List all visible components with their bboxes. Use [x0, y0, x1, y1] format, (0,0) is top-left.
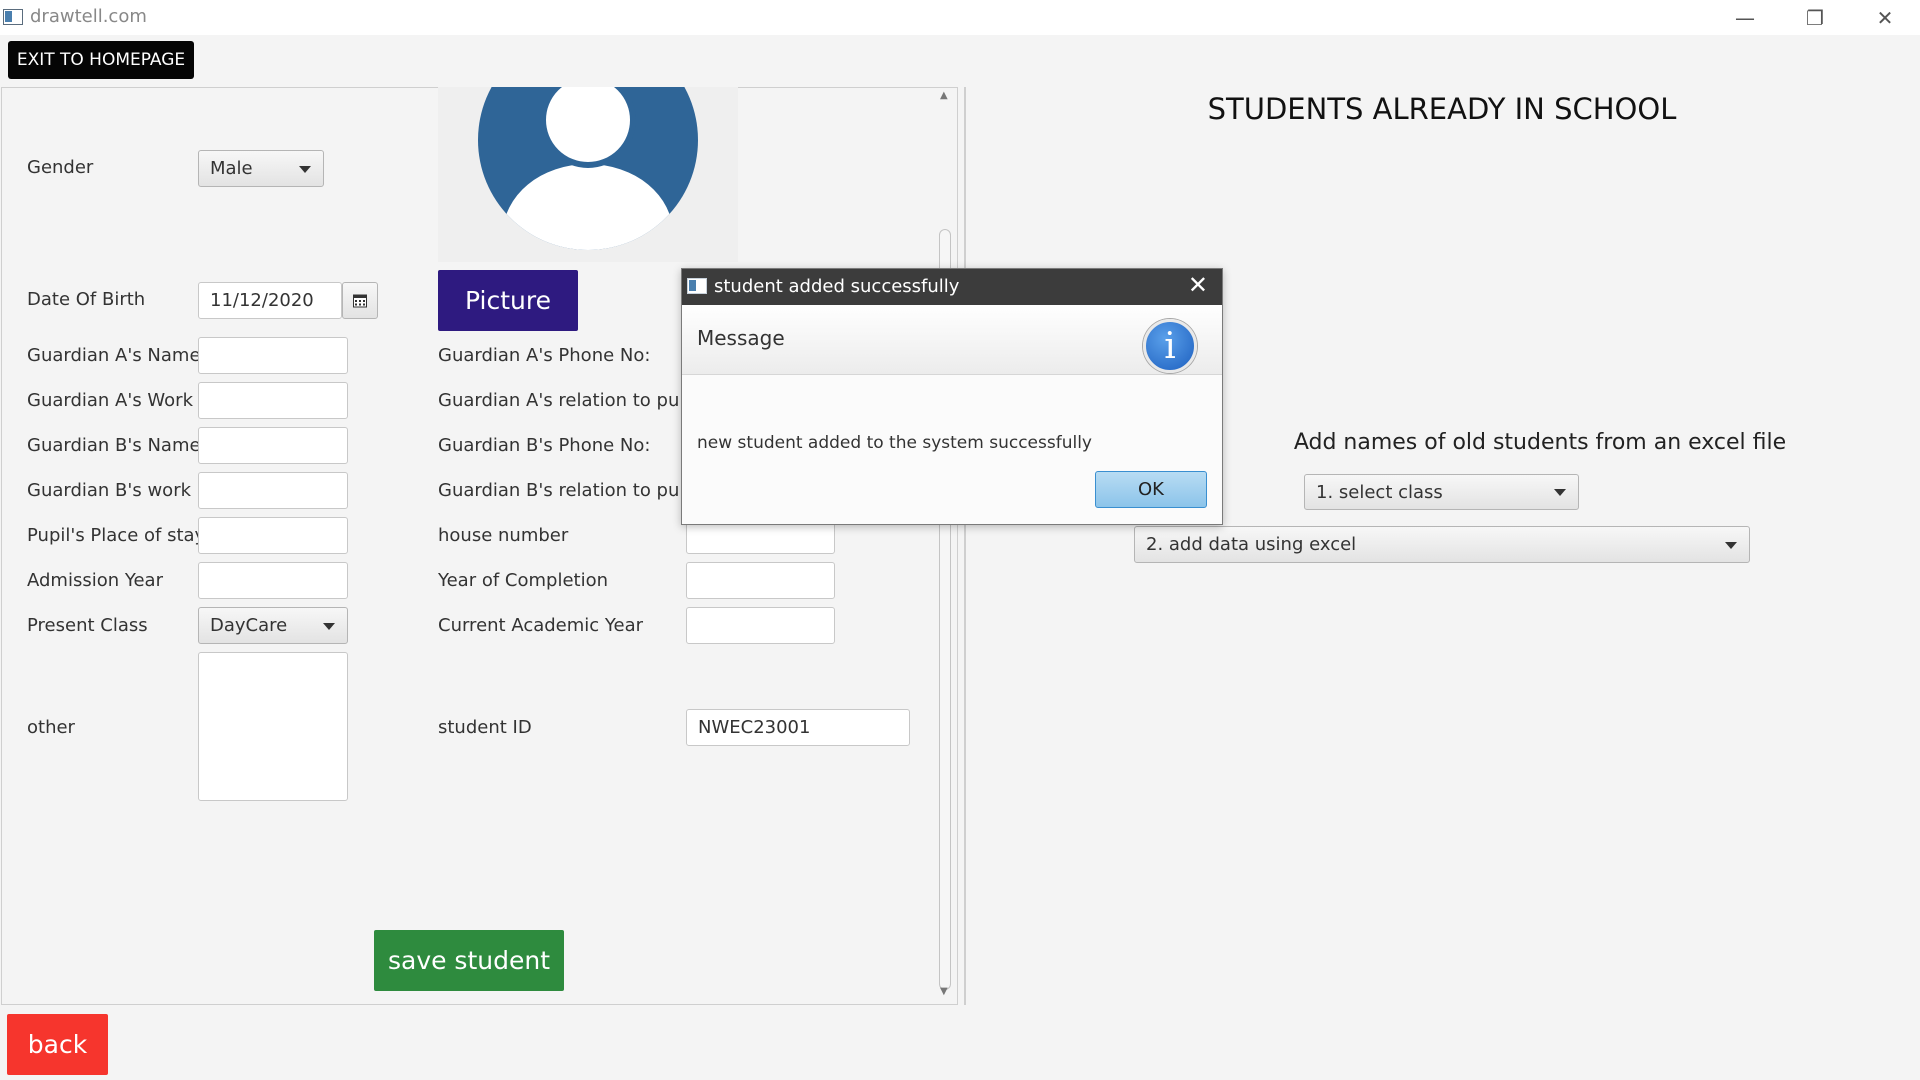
avatar-icon: [478, 87, 698, 250]
select-class-value: 1. select class: [1316, 481, 1443, 503]
dialog-titlebar: student added successfully ✕: [682, 269, 1222, 305]
app-icon: [3, 9, 23, 25]
present-class-select[interactable]: DayCare: [198, 607, 348, 644]
place-of-stay-input[interactable]: [198, 517, 348, 554]
back-button[interactable]: back: [7, 1014, 108, 1075]
guardian-b-work-label: Guardian B's work: [27, 480, 192, 501]
close-window-button[interactable]: ✕: [1850, 0, 1920, 35]
dialog-title: student added successfully: [714, 276, 960, 297]
picture-button[interactable]: Picture: [438, 270, 578, 331]
current-academic-year-label: Current Academic Year: [438, 615, 644, 636]
excel-import-label: Add names of old students from an excel …: [1293, 430, 1787, 455]
other-label: other: [27, 717, 75, 738]
guardian-b-relation-label: Guardian B's relation to pupil: [438, 480, 701, 501]
exit-to-homepage-button[interactable]: EXIT TO HOMEPAGE: [8, 41, 194, 79]
toolbar: [0, 35, 1920, 86]
chevron-down-icon: [323, 622, 335, 630]
app-icon: [687, 278, 707, 294]
admission-year-input[interactable]: [198, 562, 348, 599]
present-class-value: DayCare: [210, 615, 288, 636]
window-title: drawtell.com: [30, 6, 147, 27]
other-textarea[interactable]: [198, 652, 348, 801]
guardian-a-name-label: Guardian A's Name: [27, 345, 201, 366]
scroll-down-arrow[interactable]: ▼: [940, 986, 948, 997]
guardian-a-phone-label: Guardian A's Phone No:: [438, 345, 651, 366]
house-number-label: house number: [438, 525, 569, 546]
window-titlebar: drawtell.com — ❐ ✕: [0, 0, 1920, 35]
year-of-completion-label: Year of Completion: [438, 570, 608, 591]
place-of-stay-label: Pupil's Place of stay: [27, 525, 206, 546]
guardian-b-name-input[interactable]: [198, 427, 348, 464]
year-of-completion-input[interactable]: [686, 562, 835, 599]
dialog-header: Message i: [682, 305, 1222, 375]
close-icon[interactable]: ✕: [1188, 271, 1208, 299]
guardian-a-work-input[interactable]: [198, 382, 348, 419]
form-scrollbar[interactable]: ▲ ▼: [936, 88, 954, 1002]
student-photo: [438, 87, 738, 262]
student-id-label: student ID: [438, 717, 532, 738]
dob-input[interactable]: 11/12/2020: [198, 282, 342, 319]
guardian-b-phone-label: Guardian B's Phone No:: [438, 435, 651, 456]
select-class-dropdown[interactable]: 1. select class: [1304, 474, 1579, 510]
guardian-a-name-input[interactable]: [198, 337, 348, 374]
present-class-label: Present Class: [27, 615, 148, 636]
info-icon: i: [1143, 319, 1197, 373]
add-excel-value: 2. add data using excel: [1146, 534, 1357, 555]
date-picker-button[interactable]: [342, 282, 378, 319]
current-academic-year-input[interactable]: [686, 607, 835, 644]
dialog-message: new student added to the system successf…: [697, 433, 1092, 453]
save-student-button[interactable]: save student: [374, 930, 564, 991]
old-students-title: STUDENTS ALREADY IN SCHOOL: [1207, 92, 1677, 126]
gender-select[interactable]: Male: [198, 150, 324, 187]
student-id-input[interactable]: NWEC23001: [686, 709, 910, 746]
success-dialog: student added successfully ✕ Message i n…: [681, 268, 1223, 525]
guardian-b-name-label: Guardian B's Name: [27, 435, 201, 456]
dob-label: Date Of Birth: [27, 289, 146, 310]
gender-value: Male: [210, 158, 253, 179]
admission-year-label: Admission Year: [27, 570, 163, 591]
add-excel-dropdown[interactable]: 2. add data using excel: [1134, 526, 1750, 563]
dialog-header-text: Message: [697, 326, 785, 350]
calendar-icon: [353, 294, 367, 307]
scroll-up-arrow[interactable]: ▲: [940, 90, 948, 101]
chevron-down-icon: [1554, 489, 1566, 496]
guardian-a-work-label: Guardian A's Work: [27, 390, 193, 411]
chevron-down-icon: [299, 165, 311, 173]
chevron-down-icon: [1725, 541, 1737, 549]
restore-button[interactable]: ❐: [1780, 0, 1850, 35]
guardian-a-relation-label: Guardian A's relation to pupil: [438, 390, 701, 411]
gender-label: Gender: [27, 157, 94, 178]
guardian-b-work-input[interactable]: [198, 472, 348, 509]
ok-button[interactable]: OK: [1095, 471, 1207, 508]
minimize-button[interactable]: —: [1710, 0, 1780, 35]
